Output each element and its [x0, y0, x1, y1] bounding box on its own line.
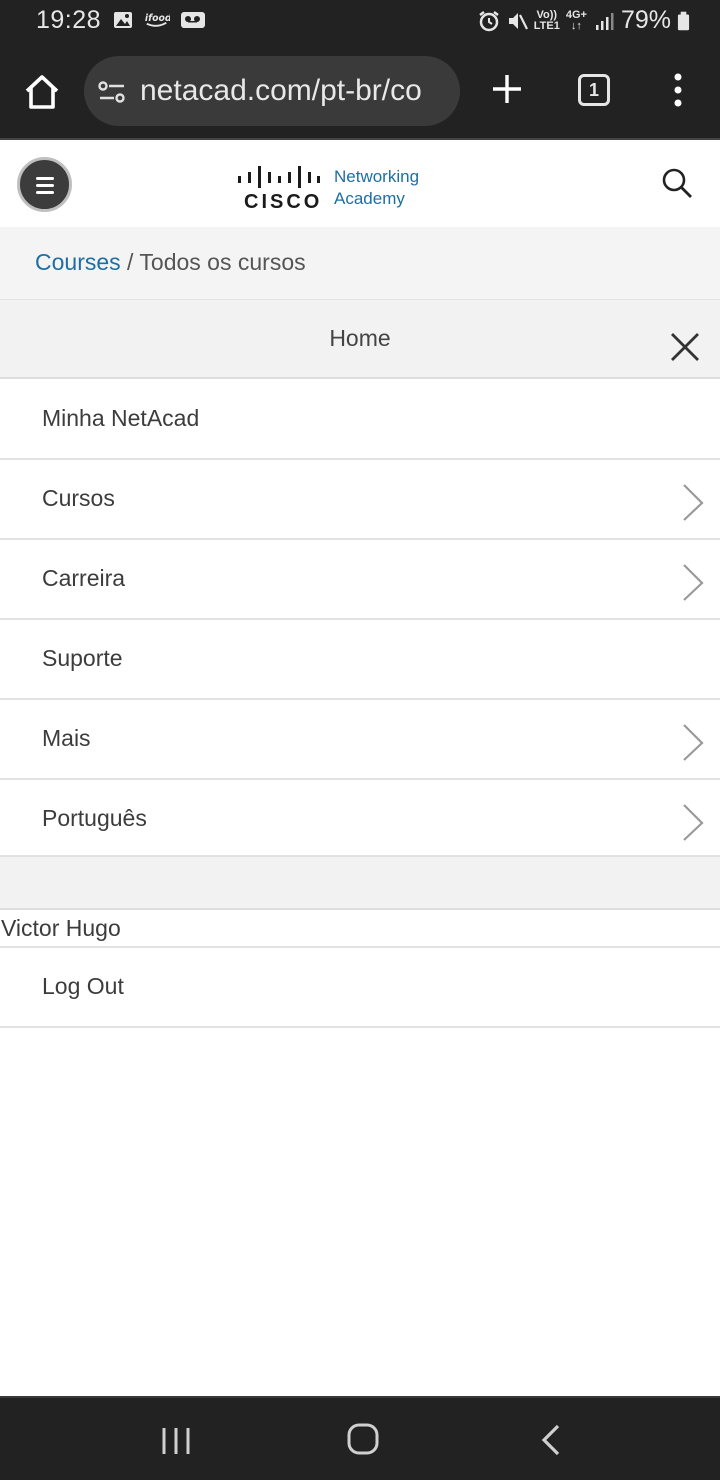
logout-button[interactable]: Log Out [0, 948, 720, 1028]
battery-icon [677, 11, 690, 30]
more-options-icon[interactable] [668, 72, 688, 108]
menu-item-mais[interactable]: Mais [0, 700, 720, 780]
browser-toolbar: netacad.com/pt-br/co 1 [0, 42, 720, 140]
cisco-bars-icon [238, 166, 320, 188]
alarm-icon [479, 10, 499, 31]
logo-brand-text: CISCO [244, 191, 323, 213]
chevron-right-icon [683, 484, 704, 521]
menu-item-language[interactable]: Português [0, 780, 720, 857]
breadcrumb-current: Todos os cursos [139, 249, 306, 275]
menu-item-minha-netacad[interactable]: Minha NetAcad [0, 380, 720, 460]
menu-toggle-button[interactable] [17, 157, 72, 212]
close-icon[interactable] [668, 330, 702, 364]
home-icon[interactable] [22, 72, 62, 112]
user-name-row: Victor Hugo [0, 910, 720, 948]
mute-icon [508, 12, 528, 29]
breadcrumb: Courses / Todos os cursos [0, 227, 720, 299]
breadcrumb-separator: / [120, 249, 140, 275]
chevron-right-icon [683, 564, 704, 601]
system-navigation-bar [0, 1396, 720, 1480]
status-notification-icons: ifood [112, 9, 206, 31]
site-header: CISCO Networking Academy [0, 142, 720, 227]
menu-item-label: Mais [42, 725, 91, 751]
menu-item-label: Cursos [42, 485, 115, 511]
chevron-right-icon [683, 804, 704, 841]
chevron-right-icon [683, 724, 704, 761]
status-bar: 19:28 ifood Vo)) LTE1 4G+ ↓↑ 79% [0, 0, 720, 42]
address-bar[interactable]: netacad.com/pt-br/co [84, 56, 460, 126]
menu-item-label: Suporte [42, 645, 123, 671]
user-name: Victor Hugo [1, 915, 121, 941]
menu-title[interactable]: Home [0, 325, 720, 352]
signal-icon [595, 12, 614, 30]
menu-item-cursos[interactable]: Cursos [0, 460, 720, 540]
cisco-networking-academy-logo[interactable]: CISCO Networking Academy [236, 166, 436, 213]
breadcrumb-link-courses[interactable]: Courses [35, 249, 121, 275]
voicemail-icon [181, 12, 205, 28]
menu-section-divider [0, 857, 720, 910]
menu-item-label: Carreira [42, 565, 126, 591]
logout-label: Log Out [42, 973, 124, 999]
back-icon[interactable] [540, 1424, 562, 1456]
recent-apps-icon[interactable] [160, 1426, 192, 1456]
svg-text:ifood: ifood [145, 13, 170, 24]
status-time: 19:28 [36, 6, 102, 34]
status-system-icons: Vo)) LTE1 4G+ ↓↑ 79% [478, 6, 690, 35]
search-icon[interactable] [660, 166, 694, 200]
data-indicator: 4G+ ↓↑ [565, 8, 587, 32]
home-button-icon[interactable] [346, 1422, 380, 1456]
menu-item-label: Português [42, 805, 147, 831]
menu-header: Home [0, 299, 720, 379]
menu-item-label: Minha NetAcad [42, 405, 200, 431]
url-text: netacad.com/pt-br/co [140, 74, 422, 107]
ifood-icon: ifood [145, 13, 170, 27]
battery-percent: 79% [620, 6, 671, 34]
volte-indicator: Vo)) LTE1 [533, 8, 560, 32]
tab-switcher-button[interactable]: 1 [578, 74, 610, 106]
image-icon [114, 12, 132, 28]
logo-product-text: Networking Academy [334, 167, 420, 208]
site-settings-icon[interactable] [98, 79, 126, 105]
menu-item-carreira[interactable]: Carreira [0, 540, 720, 620]
new-tab-icon[interactable] [490, 72, 524, 106]
menu-item-suporte[interactable]: Suporte [0, 620, 720, 700]
